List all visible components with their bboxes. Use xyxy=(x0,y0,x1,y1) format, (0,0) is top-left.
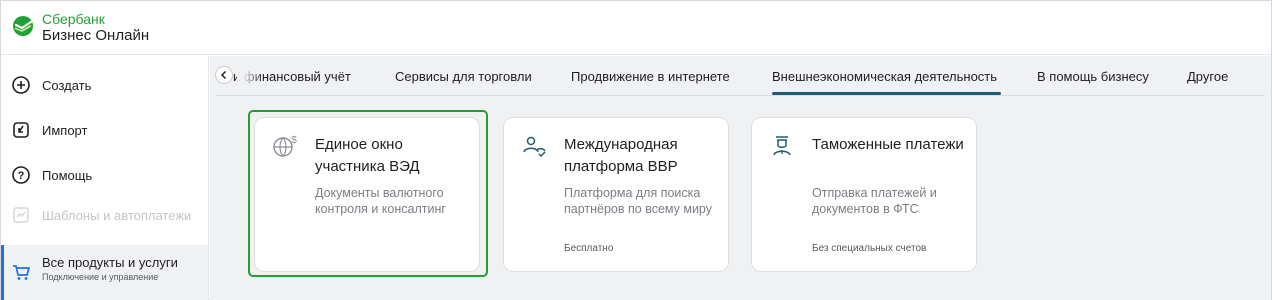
customs-icon xyxy=(773,136,791,156)
sidebar-item-label: Создать xyxy=(42,77,92,93)
tabs-fade-overlay xyxy=(237,62,263,88)
help-circle-icon: ? xyxy=(12,166,30,184)
card-description: Платформа для поиска партнёров по всему … xyxy=(564,186,712,216)
tab-foreign-trade[interactable]: Внешнеэкономическая деятельность xyxy=(772,69,997,84)
brand-product: Бизнес Онлайн xyxy=(42,27,150,44)
brand-name: Сбербанк xyxy=(42,11,105,27)
sidebar-item-label: Все продукты и услуги xyxy=(42,255,178,270)
tab-business-help[interactable]: В помощь бизнесу xyxy=(1037,69,1149,84)
card-title: Таможенные платежи xyxy=(812,136,964,153)
sidebar-item-label: Импорт xyxy=(42,122,88,138)
tab-internet-promotion[interactable]: Продвижение в интернете xyxy=(571,69,730,84)
sber-logo-icon xyxy=(13,16,33,36)
card-note: Без специальных счетов xyxy=(812,243,927,254)
card-description: Документы валютного контроля и консалтин… xyxy=(315,186,446,216)
product-card-customs-payments[interactable]: Таможенные платежи Отправка платежей и д… xyxy=(751,117,977,272)
plus-circle-icon xyxy=(12,76,30,94)
card-description: Отправка платежей и документов в ФТС xyxy=(812,186,937,216)
sidebar-item-label: Шаблоны и автоплатежи xyxy=(42,207,192,223)
app-window: Сбербанк Бизнес Онлайн Создать Импорт ? … xyxy=(0,0,1272,300)
tab-trade-services[interactable]: Сервисы для торговли xyxy=(395,69,532,84)
card-note: Бесплатно xyxy=(564,243,614,254)
sidebar-item-import[interactable]: Импорт xyxy=(1,110,208,150)
header: Сбербанк Бизнес Онлайн xyxy=(1,1,1271,55)
card-title: Единое окно участника ВЭД xyxy=(315,136,420,175)
category-tabs: и финансовый учёт Сервисы для торговли П… xyxy=(210,56,1271,96)
tabs-scroll-left-button[interactable] xyxy=(215,66,233,84)
product-card-international-platform[interactable]: Международная платформа ВВР Платформа дл… xyxy=(503,117,729,272)
tabs-divider xyxy=(216,95,1265,96)
templates-icon xyxy=(13,207,29,223)
main-content: и финансовый учёт Сервисы для торговли П… xyxy=(210,56,1271,300)
chevron-left-icon xyxy=(220,70,227,80)
sidebar-item-label: Помощь xyxy=(42,167,93,183)
active-tab-indicator xyxy=(772,92,1001,95)
cart-icon xyxy=(13,265,30,280)
tab-other[interactable]: Другое xyxy=(1187,69,1228,84)
import-icon xyxy=(13,122,29,138)
sidebar-item-sublabel: Подключение и управление xyxy=(42,272,159,282)
svg-text:?: ? xyxy=(18,170,25,182)
people-icon xyxy=(523,136,546,158)
svg-text:$: $ xyxy=(291,135,297,146)
product-card-single-window[interactable]: $ Единое окно участника ВЭД Документы ва… xyxy=(254,117,480,272)
sidebar-item-templates: Шаблоны и автоплатежи xyxy=(1,195,208,235)
sidebar: Создать Импорт ? Помощь Шаблоны и автопл… xyxy=(1,56,209,300)
card-title: Международная платформа ВВР xyxy=(564,136,678,175)
sidebar-item-create[interactable]: Создать xyxy=(1,65,208,105)
globe-dollar-icon: $ xyxy=(273,135,297,157)
sidebar-item-all-products[interactable]: Все продукты и услуги Подключение и упра… xyxy=(1,245,208,300)
sidebar-item-help[interactable]: ? Помощь xyxy=(1,155,208,195)
